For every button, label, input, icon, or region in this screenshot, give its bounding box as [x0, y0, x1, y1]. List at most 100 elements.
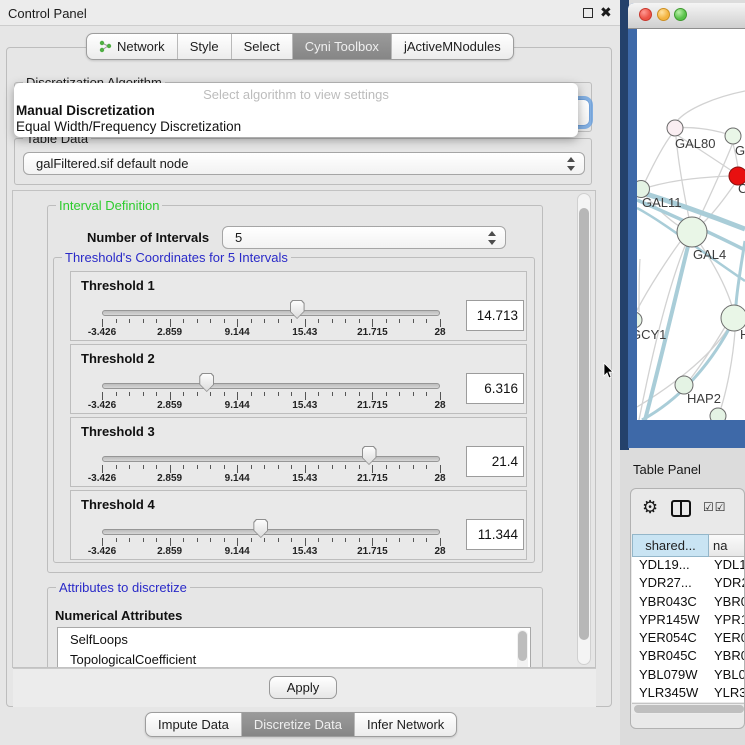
table-row[interactable]: YBL079WYBL0	[632, 667, 745, 685]
tick-mark	[291, 392, 292, 396]
tick-mark	[305, 319, 306, 327]
tab-network[interactable]: Network	[87, 34, 177, 59]
cell-shared-name[interactable]: YER054C	[632, 630, 709, 648]
float-window-icon[interactable]	[583, 8, 593, 18]
tick-mark	[413, 392, 414, 396]
node-clipped-bottom[interactable]	[710, 408, 726, 420]
screen: Control Panel ✖ Network Style Select	[0, 0, 745, 745]
tick-mark	[318, 465, 319, 469]
table-row[interactable]: YDR27...YDR2	[632, 575, 745, 593]
slider-thumb[interactable]	[199, 373, 214, 392]
table-row[interactable]: YDL19...YDL1	[632, 557, 745, 575]
column-header-shared-name[interactable]: shared...	[632, 534, 709, 557]
network-canvas[interactable]: GAL80 GA C GAL11 GAL4 GCY1 H HAP2	[637, 29, 745, 420]
threshold-label: Threshold 1	[81, 278, 155, 293]
table-row[interactable]: YBR043CYBR0	[632, 594, 745, 612]
cell-name[interactable]: YBL0	[709, 667, 745, 685]
cell-shared-name[interactable]: YBR045C	[632, 648, 709, 666]
threshold-value-field[interactable]: 11.344	[466, 519, 524, 550]
settings-vertical-scrollbar[interactable]	[577, 193, 591, 665]
tick-mark	[170, 392, 171, 400]
attributes-list-scrollbar[interactable]	[517, 630, 528, 668]
cell-shared-name[interactable]: YBL079W	[632, 667, 709, 685]
slider-thumb[interactable]	[362, 446, 377, 465]
slider-track[interactable]	[102, 529, 440, 535]
threshold-value-field[interactable]: 14.713	[466, 300, 524, 331]
slider-scale-labels: -3.4262.8599.14415.4321.71528	[102, 473, 440, 485]
attribute-items: SelfLoopsTopologicalCoefficientBetweenne…	[58, 628, 530, 668]
slider-thumb[interactable]	[253, 519, 268, 538]
cell-name[interactable]: YBR0	[709, 594, 745, 612]
tick-mark	[291, 538, 292, 542]
node-gcy1[interactable]	[637, 312, 642, 328]
scale-label: -3.426	[88, 473, 116, 484]
table-data-combobox[interactable]: galFiltered.sif default node	[23, 152, 585, 175]
apply-button[interactable]: Apply	[269, 676, 337, 699]
tick-mark	[305, 538, 306, 546]
table-row[interactable]: YER054CYER0	[632, 630, 745, 648]
network-graph: GAL80 GA C GAL11 GAL4 GCY1 H HAP2	[637, 29, 745, 420]
cell-name[interactable]: YDL1	[709, 557, 745, 575]
zoom-traffic-light[interactable]	[674, 8, 687, 21]
tick-mark	[264, 392, 265, 396]
split-columns-icon[interactable]	[671, 500, 691, 517]
cell-name[interactable]: YDR2	[709, 575, 745, 593]
attribute-list-item[interactable]: TopologicalCoefficient	[58, 650, 530, 668]
tab-discretize-data[interactable]: Discretize Data	[241, 713, 354, 736]
cell-shared-name[interactable]: YPR145W	[632, 612, 709, 630]
algorithm-option-manual-discretization[interactable]: Manual Discretization	[14, 103, 578, 119]
tick-mark	[345, 392, 346, 396]
tab-cyni-toolbox[interactable]: Cyni Toolbox	[292, 34, 391, 59]
minimize-traffic-light[interactable]	[657, 8, 670, 21]
scale-label: 9.144	[225, 400, 250, 411]
algorithm-option-equal-width-frequency[interactable]: Equal Width/Frequency Discretization	[14, 119, 578, 135]
table-horizontal-scrollbar[interactable]	[632, 703, 745, 714]
tab-select[interactable]: Select	[231, 34, 292, 59]
threshold-box-4: Threshold 4-3.4262.8599.14415.4321.71528…	[70, 490, 527, 560]
tick-mark	[345, 538, 346, 542]
cell-name[interactable]: YLR3	[709, 685, 745, 702]
cell-name[interactable]: YPR1	[709, 612, 745, 630]
tick-mark	[413, 319, 414, 323]
cell-shared-name[interactable]: YLR345W	[632, 685, 709, 702]
number-of-intervals-spinner[interactable]: 5	[222, 226, 506, 249]
threshold-value-field[interactable]: 21.4	[466, 446, 524, 477]
tick-mark	[426, 392, 427, 396]
slider-track[interactable]	[102, 456, 440, 462]
table-row[interactable]: YPR145WYPR1	[632, 612, 745, 630]
node-gal4[interactable]	[677, 217, 707, 247]
node-clipped-ga[interactable]	[725, 128, 741, 144]
attributes-list-scrollbar-thumb[interactable]	[518, 631, 527, 661]
tick-mark	[332, 319, 333, 323]
slider-thumb[interactable]	[290, 300, 305, 319]
select-checkboxes-icon[interactable]: ☑☑	[703, 500, 727, 514]
tab-impute-data[interactable]: Impute Data	[146, 713, 241, 736]
slider-track[interactable]	[102, 383, 440, 389]
slider-track[interactable]	[102, 310, 440, 316]
tab-jactivemnodules[interactable]: jActiveMNodules	[391, 34, 513, 59]
apply-strip: Apply	[13, 668, 596, 707]
settings-gear-icon[interactable]: ⚙	[642, 497, 658, 518]
threshold-label: Threshold 3	[81, 424, 155, 439]
cell-shared-name[interactable]: YBR043C	[632, 594, 709, 612]
cell-shared-name[interactable]: YDR27...	[632, 575, 709, 593]
tab-style[interactable]: Style	[177, 34, 231, 59]
attribute-list-item[interactable]: SelfLoops	[58, 630, 530, 650]
tick-mark	[170, 538, 171, 546]
cell-name[interactable]: YBR0	[709, 648, 745, 666]
table-scrollbar-thumb[interactable]	[634, 705, 744, 713]
column-header-name[interactable]: na	[709, 534, 745, 557]
node-gal80[interactable]	[667, 120, 683, 136]
cell-name[interactable]: YER0	[709, 630, 745, 648]
number-of-intervals-label: Number of Intervals	[87, 230, 209, 245]
tick-mark	[386, 465, 387, 469]
tab-infer-network[interactable]: Infer Network	[354, 713, 456, 736]
close-icon[interactable]: ✖	[600, 4, 612, 21]
settings-scrollbar-thumb[interactable]	[579, 208, 589, 640]
table-data-group: Table Data galFiltered.sif default node	[14, 138, 592, 185]
close-traffic-light[interactable]	[639, 8, 652, 21]
table-row[interactable]: YLR345WYLR3	[632, 685, 745, 702]
table-row[interactable]: YBR045CYBR0	[632, 648, 745, 666]
threshold-value-field[interactable]: 6.316	[466, 373, 524, 404]
cell-shared-name[interactable]: YDL19...	[632, 557, 709, 575]
